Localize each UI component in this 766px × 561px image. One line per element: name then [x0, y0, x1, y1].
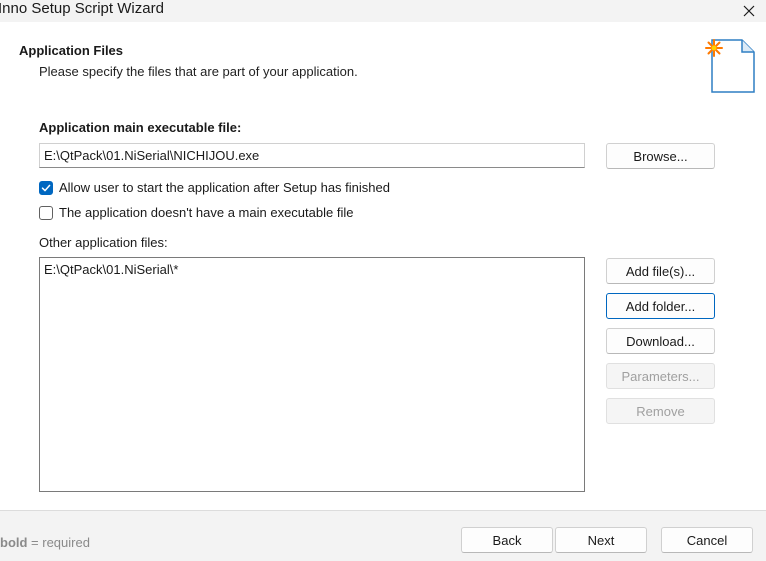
footer: bold = required Back Next Cancel [0, 510, 766, 561]
title-bar: Inno Setup Script Wizard [0, 0, 766, 22]
allow-start-label: Allow user to start the application afte… [59, 180, 390, 195]
back-button[interactable]: Back [461, 527, 553, 553]
next-button[interactable]: Next [555, 527, 647, 553]
required-note-bold: bold [0, 535, 28, 550]
required-note: bold = required [0, 535, 90, 550]
required-note-text: = required [27, 535, 90, 550]
list-item[interactable]: E:\QtPack\01.NiSerial\* [44, 261, 580, 278]
wizard-page: Application Files Please specify the fil… [0, 22, 766, 510]
other-files-label: Other application files: [39, 235, 168, 250]
main-exe-input[interactable] [39, 143, 585, 168]
no-exe-label: The application doesn't have a main exec… [59, 205, 354, 220]
window-title: Inno Setup Script Wizard [0, 0, 164, 17]
wizard-document-icon [705, 39, 755, 93]
download-button[interactable]: Download... [606, 328, 715, 354]
no-exe-checkbox[interactable] [39, 205, 53, 220]
parameters-button[interactable]: Parameters... [606, 363, 715, 389]
add-folder-button[interactable]: Add folder... [606, 293, 715, 319]
page-title: Application Files [19, 43, 124, 58]
add-files-button[interactable]: Add file(s)... [606, 258, 715, 284]
cancel-button[interactable]: Cancel [661, 527, 753, 553]
allow-start-checkbox-row[interactable]: Allow user to start the application afte… [39, 180, 390, 195]
close-icon [743, 5, 755, 17]
other-files-list[interactable]: E:\QtPack\01.NiSerial\* [39, 257, 585, 492]
close-button[interactable] [732, 0, 766, 22]
page-description: Please specify the files that are part o… [39, 64, 358, 79]
checkmark-icon [41, 184, 51, 191]
main-exe-label: Application main executable file: [39, 120, 242, 135]
remove-button[interactable]: Remove [606, 398, 715, 424]
allow-start-checkbox[interactable] [39, 180, 53, 195]
no-exe-checkbox-row[interactable]: The application doesn't have a main exec… [39, 205, 353, 220]
browse-button[interactable]: Browse... [606, 143, 715, 169]
